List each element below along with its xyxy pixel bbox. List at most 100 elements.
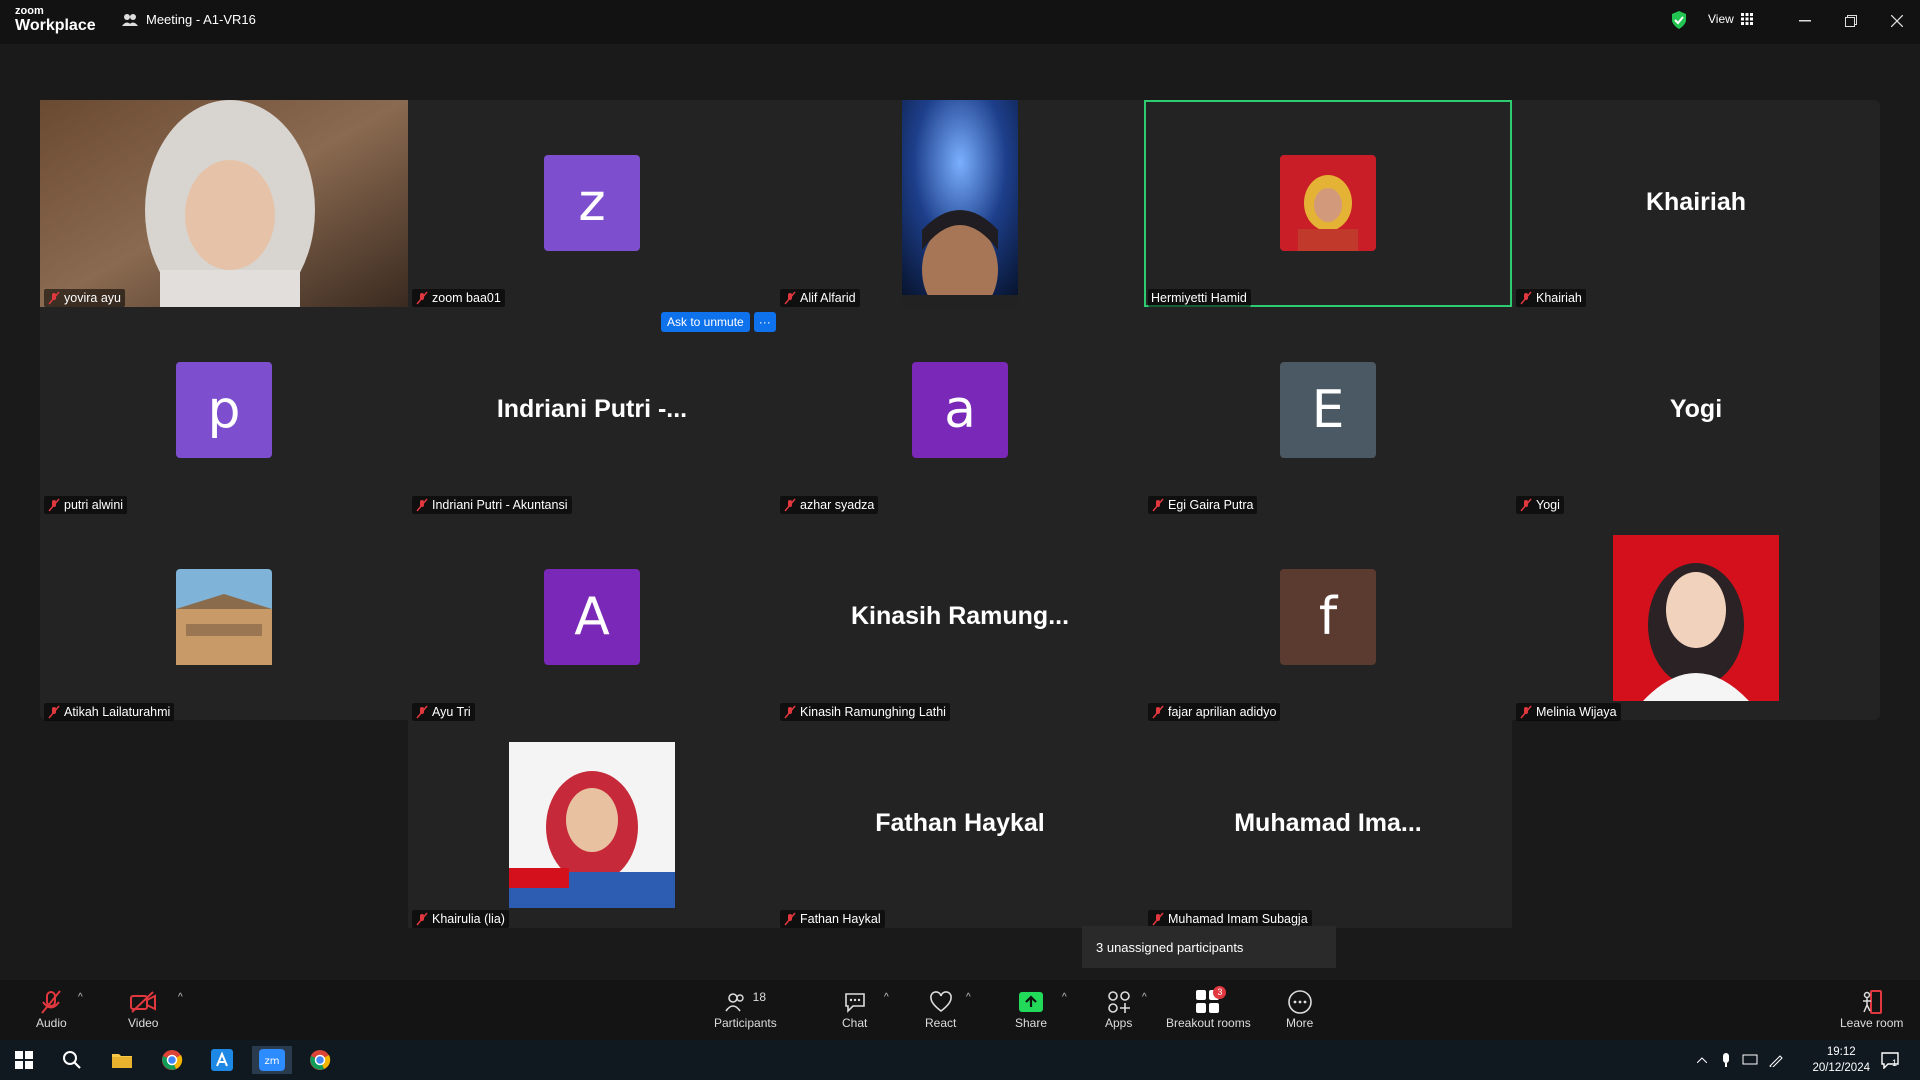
video-label: Video bbox=[128, 1016, 159, 1030]
video-tile[interactable]: A Ayu Tri bbox=[408, 514, 776, 721]
file-explorer-icon[interactable] bbox=[108, 1046, 136, 1074]
minimize-icon[interactable] bbox=[1792, 8, 1818, 34]
video-button[interactable]: Video bbox=[128, 988, 158, 1030]
avatar-initial: A bbox=[574, 587, 610, 647]
participant-display-name: Kinasih Ramung... bbox=[850, 602, 1070, 630]
avatar: E bbox=[1280, 362, 1376, 458]
mic-muted-icon bbox=[416, 705, 428, 719]
close-icon[interactable] bbox=[1884, 8, 1910, 34]
title-bar: zoom Workplace Meeting - A1-VR16 View bbox=[0, 0, 1920, 44]
participants-icon bbox=[725, 993, 744, 1012]
avatar: f bbox=[1280, 569, 1376, 665]
share-button[interactable]: Share bbox=[1015, 988, 1047, 1030]
participants-icon bbox=[122, 13, 138, 26]
leave-room-button[interactable]: Leave room bbox=[1840, 988, 1903, 1030]
unassigned-text: 3 unassigned participants bbox=[1096, 939, 1244, 955]
tray-mic-icon[interactable] bbox=[1716, 1046, 1736, 1074]
video-tile[interactable]: p putri alwini bbox=[40, 307, 408, 514]
breakout-rooms-button[interactable]: 3 Breakout rooms bbox=[1166, 986, 1251, 1030]
video-tile[interactable]: yovira ayu bbox=[40, 100, 408, 307]
unassigned-participants-tooltip[interactable]: 3 unassigned participants bbox=[1082, 926, 1336, 968]
participant-name-tag: Fathan Haykal bbox=[780, 910, 885, 928]
participant-name: Yogi bbox=[1536, 498, 1560, 512]
video-tile[interactable]: Melinia Wijaya bbox=[1512, 514, 1880, 721]
participant-photo bbox=[176, 569, 272, 665]
participant-name-tag: Indriani Putri - Akuntansi bbox=[412, 496, 572, 514]
video-tile[interactable]: Atikah Lailaturahmi bbox=[40, 514, 408, 721]
video-tile[interactable]: E Egi Gaira Putra bbox=[1144, 307, 1512, 514]
participant-name: Muhamad Imam Subagja bbox=[1168, 912, 1308, 926]
chrome-icon[interactable] bbox=[158, 1046, 186, 1074]
video-options-caret[interactable]: ^ bbox=[178, 992, 183, 1003]
avatar-initial: f bbox=[1318, 587, 1338, 647]
windows-start-icon[interactable] bbox=[10, 1046, 38, 1074]
mic-muted-icon bbox=[1520, 498, 1532, 512]
search-icon[interactable] bbox=[58, 1046, 86, 1074]
participant-name: Khairulia (lia) bbox=[432, 912, 505, 926]
avatar: a bbox=[912, 362, 1008, 458]
svg-text:zm: zm bbox=[265, 1056, 280, 1067]
participant-photo bbox=[1280, 155, 1376, 251]
participant-name: azhar syadza bbox=[800, 498, 875, 512]
logo-line1: zoom bbox=[15, 5, 44, 17]
mic-muted-icon bbox=[48, 705, 60, 719]
taskbar-clock[interactable]: 19:12 20/12/2024 bbox=[1812, 1044, 1870, 1076]
video-tile-active-speaker[interactable]: Hermiyetti Hamid bbox=[1144, 100, 1512, 307]
participant-name-tag: Khairiah bbox=[1516, 289, 1586, 307]
participant-name-tag: zoom baa01 bbox=[412, 289, 505, 307]
audio-options-caret[interactable]: ^ bbox=[78, 992, 83, 1003]
shield-icon[interactable] bbox=[1670, 10, 1688, 35]
video-off-icon bbox=[130, 991, 157, 1013]
more-button[interactable]: More bbox=[1286, 988, 1313, 1030]
share-icon bbox=[1019, 992, 1044, 1012]
mic-muted-icon bbox=[416, 912, 428, 926]
video-tile[interactable]: z zoom baa01 bbox=[408, 100, 776, 307]
video-tile[interactable]: Khairulia (lia) bbox=[408, 721, 776, 928]
participant-name: Alif Alfarid bbox=[800, 291, 856, 305]
mic-muted-icon bbox=[416, 291, 428, 305]
avatar: z bbox=[544, 155, 640, 251]
participants-button[interactable]: 18 Participants bbox=[714, 988, 777, 1030]
participant-video bbox=[902, 100, 1018, 307]
participant-name: Fathan Haykal bbox=[800, 912, 881, 926]
video-tile[interactable]: a azhar syadza bbox=[776, 307, 1144, 514]
chat-options-caret[interactable]: ^ bbox=[884, 992, 889, 1003]
avatar-initial: E bbox=[1311, 380, 1345, 440]
zoom-taskbar-icon[interactable]: zm bbox=[252, 1046, 292, 1074]
video-tile[interactable]: Kinasih Ramung... Kinasih Ramunghing Lat… bbox=[776, 514, 1144, 721]
app-store-icon[interactable] bbox=[208, 1046, 236, 1074]
react-options-caret[interactable]: ^ bbox=[966, 992, 971, 1003]
apps-button[interactable]: Apps bbox=[1105, 988, 1132, 1030]
participant-name-tag: Hermiyetti Hamid bbox=[1148, 289, 1251, 307]
mic-muted-icon bbox=[1520, 705, 1532, 719]
video-tile[interactable]: f fajar aprilian adidyo bbox=[1144, 514, 1512, 721]
participant-name-tag: Khairulia (lia) bbox=[412, 910, 509, 928]
mic-muted-icon bbox=[48, 291, 60, 305]
tray-pen-icon[interactable] bbox=[1766, 1046, 1786, 1074]
chat-button[interactable]: Chat bbox=[842, 988, 867, 1030]
apps-options-caret[interactable]: ^ bbox=[1142, 992, 1147, 1003]
video-tile[interactable]: Fathan Haykal Fathan Haykal bbox=[776, 721, 1144, 928]
participant-name: Hermiyetti Hamid bbox=[1151, 291, 1247, 305]
participant-name-tag: Yogi bbox=[1516, 496, 1564, 514]
tray-chevron-icon[interactable] bbox=[1692, 1046, 1712, 1074]
tray-network-icon[interactable] bbox=[1740, 1046, 1760, 1074]
react-button[interactable]: React bbox=[925, 988, 956, 1030]
audio-button[interactable]: Audio bbox=[36, 988, 67, 1030]
video-tile[interactable]: Muhamad Ima... Muhamad Imam Subagja bbox=[1144, 721, 1512, 928]
video-tile[interactable]: Alif Alfarid bbox=[776, 100, 1144, 307]
participant-name: Ayu Tri bbox=[432, 705, 471, 719]
view-button[interactable]: View bbox=[1708, 12, 1753, 26]
participant-name-tag: Egi Gaira Putra bbox=[1148, 496, 1258, 514]
share-options-caret[interactable]: ^ bbox=[1062, 992, 1067, 1003]
audio-label: Audio bbox=[36, 1016, 67, 1030]
chrome-profile-icon[interactable] bbox=[306, 1046, 334, 1074]
video-tile[interactable]: Yogi Yogi bbox=[1512, 307, 1880, 514]
participants-label: Participants bbox=[714, 1016, 777, 1030]
video-tile[interactable]: Khairiah Khairiah bbox=[1512, 100, 1880, 307]
mic-muted-icon bbox=[416, 498, 428, 512]
restore-icon[interactable] bbox=[1838, 8, 1864, 34]
participant-name-tag: putri alwini bbox=[44, 496, 128, 514]
video-tile[interactable]: Indriani Putri -... Indriani Putri - Aku… bbox=[408, 307, 776, 514]
notifications-icon[interactable]: 1 bbox=[1876, 1046, 1904, 1074]
